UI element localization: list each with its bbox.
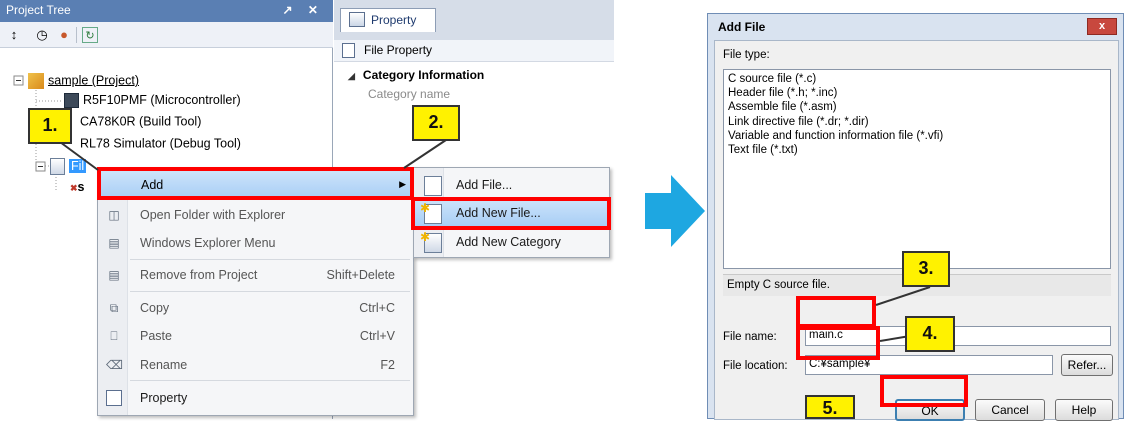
callout-step-3: 3.	[902, 251, 950, 287]
callout-step-4: 4.	[905, 316, 955, 352]
callout-step-1: 1.	[28, 108, 72, 144]
callout-step-5: 5.	[805, 395, 855, 419]
callout-leader-lines	[59, 139, 931, 342]
callout-step-2: 2.	[412, 105, 460, 141]
